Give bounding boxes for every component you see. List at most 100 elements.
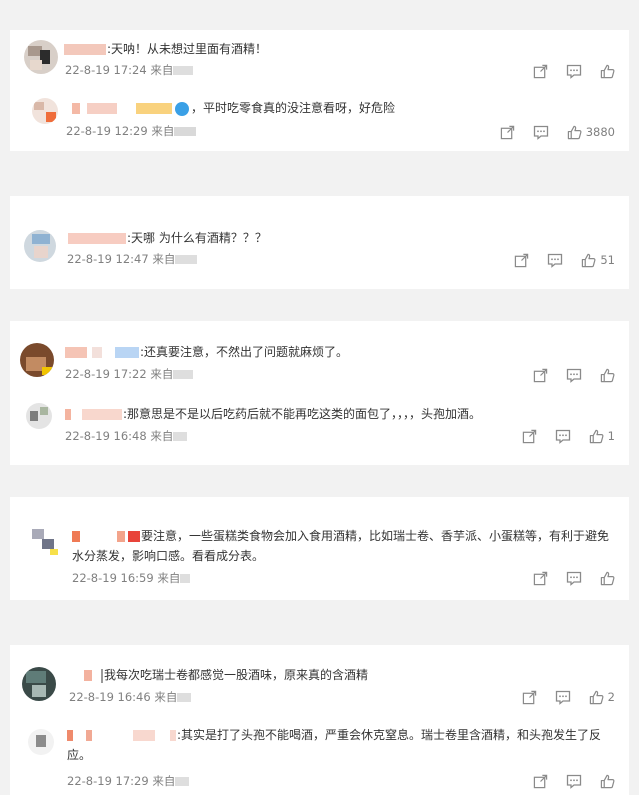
comment-actions <box>533 63 615 79</box>
username[interactable] <box>72 529 141 543</box>
timestamp: 22-8-19 16:46 <box>69 690 151 704</box>
comment-meta: 22-8-19 17:29 来自 <box>67 773 190 789</box>
source-label: 来自 <box>157 571 181 585</box>
share-icon <box>522 429 536 443</box>
comment-content: :还真要注意，不然出了问题就麻烦了。 <box>140 345 349 359</box>
comment-icon <box>566 571 582 586</box>
share-button[interactable] <box>522 690 537 705</box>
source-label: 来自 <box>154 690 178 704</box>
username[interactable] <box>68 231 127 245</box>
avatar[interactable] <box>24 40 58 74</box>
comment-meta: 22-8-19 16:59 来自 <box>72 570 191 586</box>
like-button[interactable] <box>600 64 615 79</box>
source-label: 来自 <box>150 63 174 77</box>
share-button[interactable] <box>533 368 548 383</box>
username[interactable] <box>68 668 104 683</box>
comment-meta: 22-8-19 12:29 来自 <box>66 123 197 139</box>
comment-icon <box>555 690 570 705</box>
like-button[interactable]: 51 <box>581 253 615 268</box>
comment-button[interactable] <box>555 429 571 444</box>
share-button[interactable] <box>514 253 529 268</box>
comment-text: :天哪 为什么有酒精？？？ <box>68 228 267 248</box>
like-icon <box>582 253 596 267</box>
like-icon <box>567 125 582 139</box>
comment-actions <box>533 570 615 586</box>
comment-content: :那意思是不是以后吃药后就不能再吃这类的面包了，，，，头孢加酒。 <box>123 407 482 421</box>
like-button[interactable]: 2 <box>589 690 615 705</box>
comment-button[interactable] <box>566 368 582 383</box>
comment-card-1: :天呐！从未想过里面有酒精！ 22-8-19 17:24 来自 ，平时吃零食真的… <box>10 30 629 151</box>
comment-button[interactable] <box>547 253 563 268</box>
share-icon <box>533 64 548 78</box>
comment-button[interactable] <box>566 774 582 789</box>
comment-text: :那意思是不是以后吃药后就不能再吃这类的面包了，，，，头孢加酒。 <box>65 404 481 424</box>
comment-meta: 22-8-19 16:48 来自 <box>65 428 188 444</box>
comment-button[interactable] <box>566 64 582 79</box>
like-button[interactable] <box>600 774 615 789</box>
comment-content: ，平时吃零食真的没注意看呀，好危险 <box>191 101 396 115</box>
comment-content: :其实是打了头孢不能喝酒，严重会休克窒息。瑞士卷里含酒精，和头孢发生了反 <box>177 728 602 742</box>
source-label: 来自 <box>150 429 174 443</box>
username[interactable] <box>67 728 177 742</box>
comment-text-continued: 水分蒸发，影响口感。看看成分表。 <box>72 546 264 566</box>
comment-text: ，平时吃零食真的没注意看呀，好危险 <box>72 98 395 118</box>
comment-icon <box>548 253 563 268</box>
username[interactable] <box>65 345 140 359</box>
username[interactable] <box>64 42 107 56</box>
like-icon <box>589 429 604 443</box>
avatar[interactable] <box>22 667 56 701</box>
like-count: 2 <box>607 690 615 704</box>
like-icon <box>600 774 615 788</box>
like-button[interactable] <box>600 368 615 383</box>
avatar[interactable] <box>24 230 56 262</box>
username[interactable] <box>65 407 123 421</box>
like-icon <box>600 368 615 382</box>
like-count: 51 <box>600 253 615 267</box>
source-label: 来自 <box>150 367 174 381</box>
share-icon <box>533 571 548 585</box>
like-icon <box>589 690 604 704</box>
like-icon <box>600 64 615 78</box>
comment-button[interactable] <box>555 690 571 705</box>
comment-meta: 22-8-19 17:22 来自 <box>65 366 194 382</box>
comment-actions: 51 <box>514 252 615 268</box>
share-icon <box>500 125 514 139</box>
timestamp: 22-8-19 17:29 <box>67 774 149 788</box>
source-label: 来自 <box>152 774 176 788</box>
comment-content: 要注意，一些蛋糕类食物会加入食用酒精，比如瑞士卷、香芋派、小蛋糕等，有利于避免 <box>141 529 610 543</box>
avatar[interactable] <box>26 403 52 429</box>
comment-card-3: :还真要注意，不然出了问题就麻烦了。 22-8-19 17:22 来自 :那意思… <box>10 321 629 465</box>
timestamp: 22-8-19 17:22 <box>65 367 147 381</box>
like-button[interactable]: 3880 <box>567 125 615 140</box>
comment-card-2: :天哪 为什么有酒精？？？ 22-8-19 12:47 来自 51 <box>10 196 629 289</box>
username[interactable] <box>72 101 173 115</box>
avatar[interactable] <box>28 729 54 755</box>
comment-meta: 22-8-19 17:24 来自 <box>65 62 194 78</box>
avatar[interactable] <box>32 98 58 124</box>
comment-button[interactable] <box>566 571 582 586</box>
comment-actions <box>533 773 615 789</box>
like-button[interactable] <box>600 571 615 586</box>
avatar[interactable] <box>30 527 60 559</box>
timestamp: 22-8-19 16:48 <box>65 429 147 443</box>
comment-card-4: 要注意，一些蛋糕类食物会加入食用酒精，比如瑞士卷、香芋派、小蛋糕等，有利于避免 … <box>10 497 629 600</box>
comment-content: :天呐！从未想过里面有酒精！ <box>107 42 268 56</box>
share-button[interactable] <box>522 429 537 444</box>
comment-text: :天呐！从未想过里面有酒精！ <box>64 39 267 59</box>
comment-actions: 1 <box>522 428 615 444</box>
like-button[interactable]: 1 <box>589 429 615 444</box>
source-label: 来自 <box>151 124 175 138</box>
share-button[interactable] <box>500 125 515 140</box>
comment-card-5: 我每次吃瑞士卷都感觉一股酒味，原来真的含酒精 22-8-19 16:46 来自 … <box>10 645 629 795</box>
timestamp: 22-8-19 12:47 <box>67 252 149 266</box>
share-button[interactable] <box>533 64 548 79</box>
share-button[interactable] <box>533 571 548 586</box>
avatar[interactable] <box>20 343 54 377</box>
share-button[interactable] <box>533 774 548 789</box>
comment-button[interactable] <box>533 125 549 140</box>
like-count: 3880 <box>585 125 615 139</box>
comment-content-continued: 应。 <box>67 748 92 762</box>
comment-text: 要注意，一些蛋糕类食物会加入食用酒精，比如瑞士卷、香芋派、小蛋糕等，有利于避免 <box>72 526 609 546</box>
comment-icon <box>533 125 548 140</box>
timestamp: 22-8-19 12:29 <box>66 124 148 138</box>
